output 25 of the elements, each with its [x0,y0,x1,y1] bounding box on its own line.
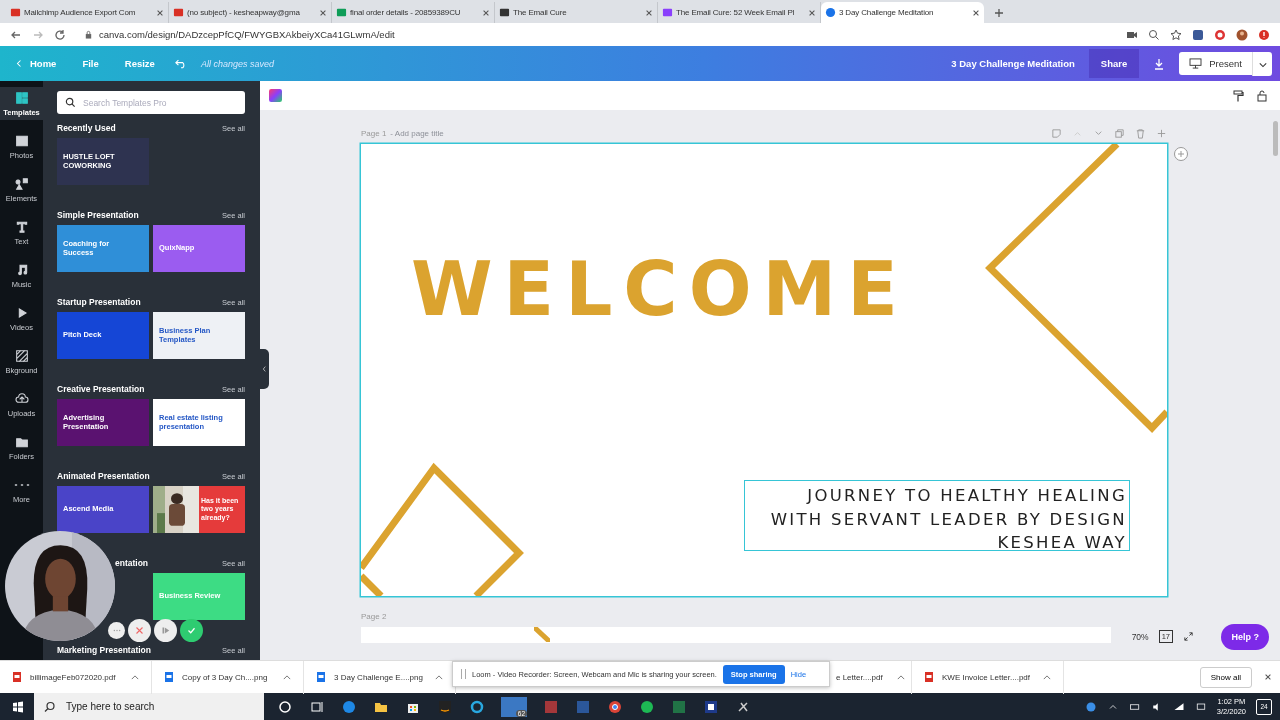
design-title[interactable]: 3 Day Challenge Meditation [951,58,1075,69]
search-field[interactable]: Search Templates Pro [57,91,245,114]
show-all-button[interactable]: Show all [1199,666,1252,688]
section-title: Animated Presentation [57,471,150,481]
save-status: All changes saved [200,58,274,69]
slide[interactable]: WELCOME JOURNEY TO HEALTHY HEALING WITH SERVANT LEADER BY DESIGN KESHEA WAY [361,144,1167,596]
section-title: Simple Presentation [57,210,139,220]
address-bar[interactable]: canva.com/design/DADzcepPfCQ/FWYGBXAkbeiyXCa41GLwmA/edit [76,25,1116,44]
section-title: Startup Presentation [57,297,141,307]
zoom-level[interactable]: 70% [1131,631,1149,642]
subtitle-line: KESHEA WAY [997,532,1128,554]
help-button[interactable]: Help ? [1221,624,1269,650]
page-label: Page 2 [361,612,388,621]
section-title: entation [114,558,149,568]
share-button[interactable]: Share [1088,49,1140,78]
taskbar-search-field[interactable]: Type here to search [34,693,264,720]
subtitle-line: WITH SERVANT LEADER BY DESIGN [770,508,1128,531]
page-label: Page 1 [361,128,387,138]
subtitle-line: JOURNEY TO HEALTHY HEALING [807,485,1128,507]
section-title: Marketing Presentation [57,645,151,655]
browser-tab[interactable]: 3 Day Challenge Meditation [821,2,984,23]
selected-text-box[interactable]: JOURNEY TO HEALTHY HEALING WITH SERVANT LEADER BY DESIGN KESHEA WAY [744,480,1130,551]
present-button[interactable]: Present [1179,52,1252,75]
section-title: Creative Presentation [57,384,145,394]
section-title: Recently Used [57,123,116,133]
